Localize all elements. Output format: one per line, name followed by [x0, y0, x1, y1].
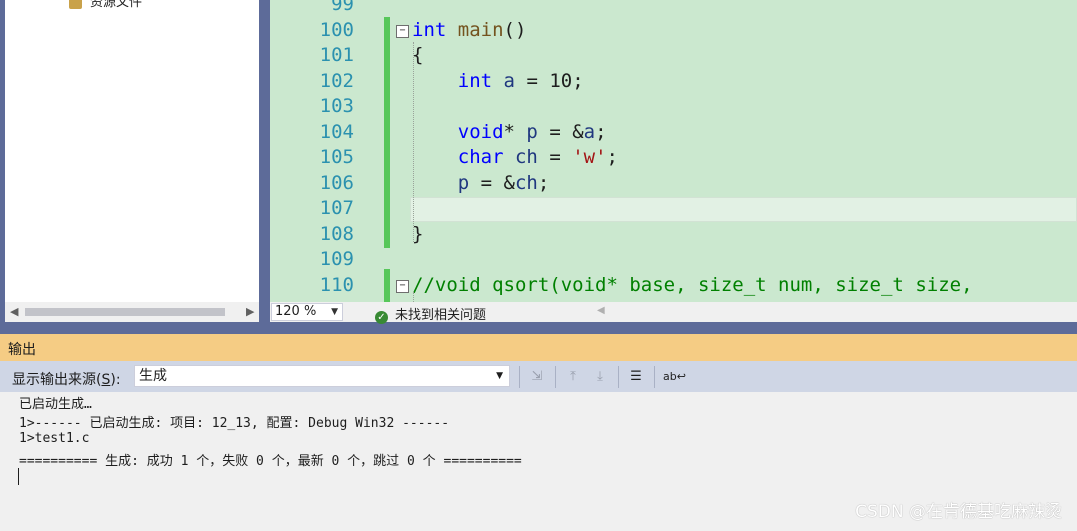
indent-guide: [413, 42, 414, 242]
output-toolbar: 显示输出来源(S): 生成 ▼ ⇲ ⤒ ⤓ ☰ ab↩: [0, 361, 1077, 392]
output-line: 已启动生成…: [19, 397, 92, 412]
fold-toggle-icon[interactable]: −: [396, 280, 409, 293]
clear-all-icon[interactable]: ☰: [626, 367, 646, 387]
prev-message-icon[interactable]: ⤒: [563, 367, 583, 387]
output-source-label: 显示输出来源(S):: [12, 369, 121, 389]
scroll-left-icon[interactable]: ◀: [10, 305, 18, 318]
toolbar-separator: [555, 366, 556, 388]
line-number: 102: [319, 69, 354, 92]
scroll-right-icon[interactable]: ▶: [246, 305, 254, 318]
editor-status-bar: 120 % ▼ ✓ 未找到相关问题 ◀: [270, 302, 1077, 324]
output-title-bar: 输出: [0, 334, 1077, 361]
line-number: 104: [319, 120, 354, 143]
find-in-output-icon[interactable]: ⇲: [527, 367, 547, 387]
label-suffix: ):: [110, 372, 121, 388]
line-number: 105: [319, 146, 354, 168]
nav-left-icon[interactable]: ◀: [597, 305, 605, 316]
output-line: 1>------ 已启动生成: 项目: 12_13, 配置: Debug Win…: [19, 416, 450, 431]
line-number: 101: [319, 44, 354, 66]
check-circle-icon: ✓: [375, 311, 388, 324]
line-number: 99: [331, 0, 354, 15]
toolbar-separator: [654, 366, 655, 388]
line-number: 103: [319, 95, 354, 117]
indent-guide: [413, 292, 414, 302]
word-wrap-icon[interactable]: ab↩: [663, 367, 686, 387]
fold-toggle-icon[interactable]: −: [396, 25, 409, 38]
output-source-value: 生成: [139, 368, 167, 384]
toolbar-separator: [618, 366, 619, 388]
change-indicator-bar: [384, 17, 390, 248]
output-title: 输出: [8, 342, 36, 358]
scrollbar-thumb[interactable]: [25, 308, 225, 316]
toolbar-separator: [519, 366, 520, 388]
output-line: ========== 生成: 成功 1 个，失败 0 个，最新 0 个，跳过 0…: [19, 454, 522, 469]
tree-item-resource-files[interactable]: 资源文件: [69, 0, 142, 10]
line-number: 108: [319, 222, 354, 245]
text-caret: [18, 468, 19, 485]
dropdown-icon: ▼: [496, 371, 503, 381]
watermark: CSDN @在肯德基吃麻辣烫: [855, 502, 1062, 522]
issues-indicator[interactable]: ✓ 未找到相关问题: [375, 304, 486, 324]
horizontal-scrollbar[interactable]: ◀ ▶: [5, 302, 259, 322]
tree-item-label: 资源文件: [90, 0, 143, 10]
line-number: 109: [319, 248, 354, 270]
issues-text: 未找到相关问题: [395, 308, 487, 323]
line-number: 106: [319, 171, 354, 194]
code-line: char ch = 'w';: [457, 146, 618, 168]
line-number: 100: [319, 18, 354, 41]
line-number: 107: [319, 197, 354, 219]
solution-explorer-pane: 资源文件: [5, 0, 259, 302]
zoom-dropdown[interactable]: 120 % ▼: [271, 303, 343, 321]
change-indicator-bar: [384, 269, 390, 302]
code-line: int main(): [412, 18, 527, 41]
code-line: p = &ch;: [457, 171, 550, 194]
code-editor[interactable]: 99 100 int main() 101{102 int a = 10; 103 104…: [270, 0, 1077, 302]
line-number: 110: [319, 273, 354, 296]
current-line-highlight: [410, 197, 1077, 222]
output-source-select[interactable]: 生成 ▼: [134, 365, 510, 387]
code-line: //void qsort(void* base, size_t num, siz…: [412, 273, 973, 296]
code-line: void* p = &a;: [457, 120, 607, 143]
output-line: 1>test1.c: [19, 431, 90, 446]
label-prefix: 显示输出来源(: [12, 372, 102, 388]
zoom-value: 120 %: [275, 304, 317, 319]
dropdown-icon: ▼: [331, 307, 338, 317]
next-message-icon[interactable]: ⤓: [590, 367, 610, 387]
code-line: int a = 10;: [457, 69, 584, 92]
folder-icon: [69, 0, 82, 9]
